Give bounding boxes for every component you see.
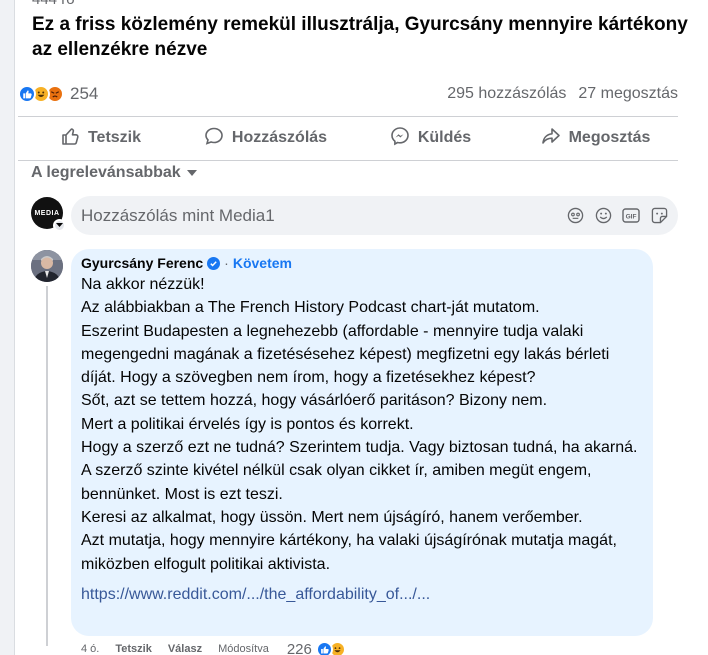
post-stats: 295 hozzászólás 27 megosztás: [447, 85, 678, 103]
shares-count[interactable]: 27 megosztás: [578, 85, 678, 103]
like-button[interactable]: Tetszik: [18, 120, 183, 156]
like-button-label: Tetszik: [87, 129, 142, 146]
comment-bubble: Gyurcsány Ferenc · Követem Na akkor nézz…: [71, 249, 653, 636]
comment-header: Gyurcsány Ferenc · Követem: [81, 255, 643, 271]
gif-icon[interactable]: GIF: [622, 207, 640, 225]
comment-line: A szerző szinte kivétel nélkül csak olya…: [81, 462, 592, 503]
reaction-icons[interactable]: [18, 85, 64, 103]
comment-line: Eszerint Budapesten a legnehezebb (affor…: [81, 322, 610, 387]
comment-footer: 4 ó. Tetszik Válasz Módosítva 226: [81, 639, 346, 655]
link-domain: 444 ró: [32, 0, 75, 8]
edited-label[interactable]: Módosítva: [218, 643, 269, 655]
divider: [18, 116, 678, 117]
comment-line: Az alábbiakban a The French History Podc…: [81, 299, 540, 317]
separator-dot: ·: [224, 255, 229, 271]
chevron-down-icon: [186, 170, 197, 176]
avatar-sticker-icon[interactable]: [566, 207, 584, 225]
post-action-bar: Tetszik Hozzászólás Küldés Megosztás: [18, 120, 678, 156]
comment-reaction-count: 226: [286, 640, 312, 655]
emoji-icon[interactable]: [594, 207, 612, 225]
verified-badge-icon: [207, 256, 221, 270]
share-button[interactable]: Megosztás: [513, 120, 678, 156]
comment-line: Sőt, azt se tettem hozzá, hogy vásárlóer…: [81, 392, 548, 410]
comment-reaction-summary[interactable]: 226: [286, 640, 346, 655]
comment-input[interactable]: Hozzászólás mint Media1 GIF: [71, 196, 678, 235]
comment-line: Keresi az alkalmat, hogy üssön. Mert nem…: [81, 508, 583, 526]
thumbs-up-icon: [60, 126, 80, 151]
comment-button-label: Hozzászólás: [231, 129, 328, 146]
send-button-label: Küldés: [417, 129, 472, 146]
comment-button[interactable]: Hozzászólás: [183, 120, 348, 156]
comments-count[interactable]: 295 hozzászólás: [447, 85, 566, 103]
chevron-down-icon[interactable]: [53, 219, 66, 232]
send-button[interactable]: Küldés: [348, 120, 513, 156]
composer-tools: GIF: [566, 207, 668, 225]
comment-reply-button[interactable]: Válasz: [168, 643, 202, 655]
reactions-summary-row: 254 295 hozzászólás 27 megosztás: [18, 80, 678, 108]
share-button-label: Megosztás: [568, 129, 651, 146]
post-title[interactable]: Ez a friss közlemény remekül illusztrálj…: [32, 12, 692, 62]
comment-sort-dropdown[interactable]: A legrelevánsabbak: [31, 164, 197, 182]
avatar[interactable]: MEDIA: [31, 197, 66, 232]
reaction-count[interactable]: 254: [70, 84, 98, 104]
comment-like-button[interactable]: Tetszik: [115, 643, 151, 655]
follow-button[interactable]: Követem: [233, 255, 292, 271]
sticker-icon[interactable]: [650, 207, 668, 225]
comment-author[interactable]: Gyurcsány Ferenc: [81, 255, 203, 271]
sort-label: A legrelevánsabbak: [31, 164, 181, 181]
comment-text: Na akkor nézzük! Az alábbiakban a The Fr…: [81, 273, 643, 576]
messenger-icon: [390, 126, 410, 151]
comment-line: Mert a politikai érvelés így is pontos é…: [81, 415, 414, 433]
comment-line: Azt mutatja, hogy mennyire kártékony, ha…: [81, 532, 617, 573]
thread-line: [46, 286, 48, 646]
comment-line: Na akkor nézzük!: [81, 276, 205, 293]
svg-text:GIF: GIF: [626, 214, 637, 221]
comment-bubble-icon: [204, 126, 224, 151]
comment-input-placeholder: Hozzászólás mint Media1: [81, 205, 275, 225]
like-reaction-icon: [315, 640, 333, 655]
avatar-text: MEDIA: [34, 209, 60, 217]
comment-line: Hogy a szerző ezt ne tudná? Szerintem tu…: [81, 439, 638, 457]
like-reaction-icon: [18, 85, 36, 103]
comment-timestamp[interactable]: 4 ó.: [81, 643, 99, 655]
divider: [18, 160, 678, 161]
comment-link[interactable]: https://www.reddit.com/.../the_affordabi…: [81, 586, 643, 604]
avatar[interactable]: [31, 250, 63, 282]
share-arrow-icon: [541, 126, 561, 151]
comment-reaction-icons: [315, 640, 346, 655]
